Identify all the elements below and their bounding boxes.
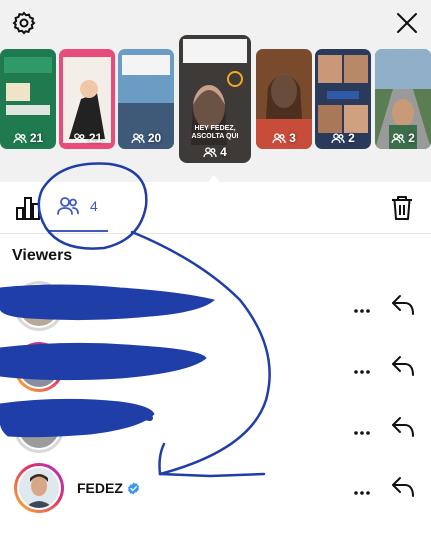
viewers-heading: Viewers <box>12 247 73 264</box>
close-icon <box>397 13 417 33</box>
tab-viewers[interactable]: 4 <box>56 196 98 216</box>
story-thumbnail-selected[interactable]: HEY FEDEZ, ASCOLTA QUI 4 <box>179 35 251 163</box>
story-view-count: 4 <box>179 145 251 159</box>
reply-button[interactable] <box>390 413 416 439</box>
verified-badge-icon <box>127 481 139 495</box>
close-button[interactable] <box>393 9 421 37</box>
more-horizontal-icon <box>354 370 370 374</box>
avatar <box>14 281 64 331</box>
people-icon <box>72 132 86 143</box>
gear-icon <box>12 11 36 35</box>
story-view-count: 21 <box>0 131 56 145</box>
story-thumbnails-strip: 21 21 20 HEY FEDEZ, ASCOLTA QUI 4 3 2 2 <box>0 35 431 163</box>
reply-arrow-icon <box>392 356 414 376</box>
more-options-button[interactable] <box>353 362 371 374</box>
avatar-photo <box>19 468 59 508</box>
avatar <box>14 342 64 392</box>
story-thumbnail[interactable]: 2 <box>315 49 371 149</box>
reply-arrow-icon <box>392 417 414 437</box>
people-icon <box>272 132 286 143</box>
people-icon <box>131 132 145 143</box>
more-horizontal-icon <box>354 431 370 435</box>
people-icon <box>57 197 79 215</box>
active-tab-indicator <box>48 230 108 232</box>
viewer-row[interactable] <box>0 339 431 395</box>
more-options-button[interactable] <box>353 423 371 435</box>
settings-button[interactable] <box>10 9 38 37</box>
more-horizontal-icon <box>354 491 370 495</box>
reply-button[interactable] <box>390 352 416 378</box>
reply-arrow-icon <box>392 477 414 497</box>
more-options-button[interactable] <box>353 483 371 495</box>
tab-insights[interactable] <box>15 196 41 220</box>
people-icon <box>13 132 27 143</box>
story-thumbnail[interactable]: 21 <box>0 49 56 149</box>
viewer-row[interactable] <box>0 400 431 456</box>
story-thumbnail[interactable]: 21 <box>59 49 115 149</box>
trash-icon <box>392 196 412 220</box>
story-caption: HEY FEDEZ, ASCOLTA QUI <box>191 124 239 140</box>
delete-button[interactable] <box>390 195 414 221</box>
avatar <box>14 463 64 513</box>
story-thumbnail[interactable]: 20 <box>118 49 174 149</box>
reply-arrow-icon <box>392 295 414 315</box>
viewer-row[interactable]: FEDEZ <box>0 460 431 516</box>
bar-chart-icon <box>16 197 40 220</box>
people-icon <box>203 146 217 157</box>
more-horizontal-icon <box>354 309 370 313</box>
more-options-button[interactable] <box>353 301 371 313</box>
story-view-count: 21 <box>59 131 115 145</box>
story-view-count: 2 <box>315 131 371 145</box>
story-image <box>179 35 251 163</box>
people-icon <box>391 132 405 143</box>
story-thumbnail[interactable]: 3 <box>256 49 312 149</box>
story-view-count: 20 <box>118 131 174 145</box>
viewer-row[interactable] <box>0 278 431 334</box>
viewers-count: 4 <box>90 198 98 214</box>
story-thumbnail[interactable]: 2 <box>375 49 431 149</box>
username-text: FEDEZ <box>77 480 123 496</box>
story-viewer-header: 21 21 20 HEY FEDEZ, ASCOLTA QUI 4 3 2 2 <box>0 0 431 182</box>
story-view-count: 2 <box>375 131 431 145</box>
story-view-count: 3 <box>256 131 312 145</box>
people-icon <box>331 132 345 143</box>
insights-tabs: 4 <box>0 182 431 234</box>
avatar <box>14 403 64 453</box>
reply-button[interactable] <box>390 473 416 499</box>
viewer-username[interactable]: FEDEZ <box>77 480 140 496</box>
reply-button[interactable] <box>390 291 416 317</box>
